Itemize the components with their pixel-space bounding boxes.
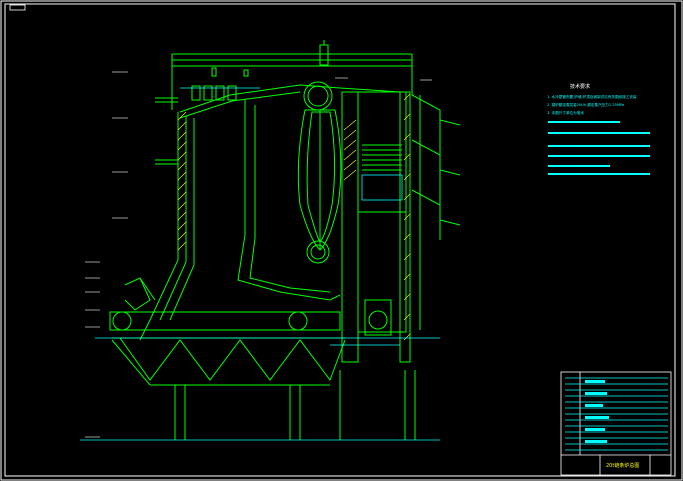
pipework (80, 87, 440, 441)
notes-line-3: 3. 本图尺寸单位为毫米 (547, 110, 584, 115)
notes-line-1: 1. 水冷壁管布置,炉墙,炉顶及钢架详见有关图纸施工安装 (547, 94, 637, 99)
refractory-hatch (177, 93, 411, 341)
title-block-rows (565, 377, 668, 451)
drawing-title: 20t链条炉总图 (606, 462, 639, 469)
sheet-tag (9, 4, 26, 11)
notes-line-2: 2. 锅炉额定蒸发量20t/h,额定蒸汽压力1.25MPa (547, 102, 624, 107)
elevation-markers (85, 71, 432, 438)
notes-heading: 技术要求 (570, 83, 590, 90)
cad-drawing-canvas: 技术要求 1. 水冷壁管布置,炉墙,炉顶及钢架详见有关图纸施工安装 2. 锅炉额… (0, 0, 683, 481)
boiler-structure (109, 40, 461, 440)
technical-notes: 技术要求 1. 水冷壁管布置,炉墙,炉顶及钢架详见有关图纸施工安装 2. 锅炉额… (547, 83, 650, 175)
title-block-fills (585, 380, 609, 443)
title-block (560, 371, 672, 476)
